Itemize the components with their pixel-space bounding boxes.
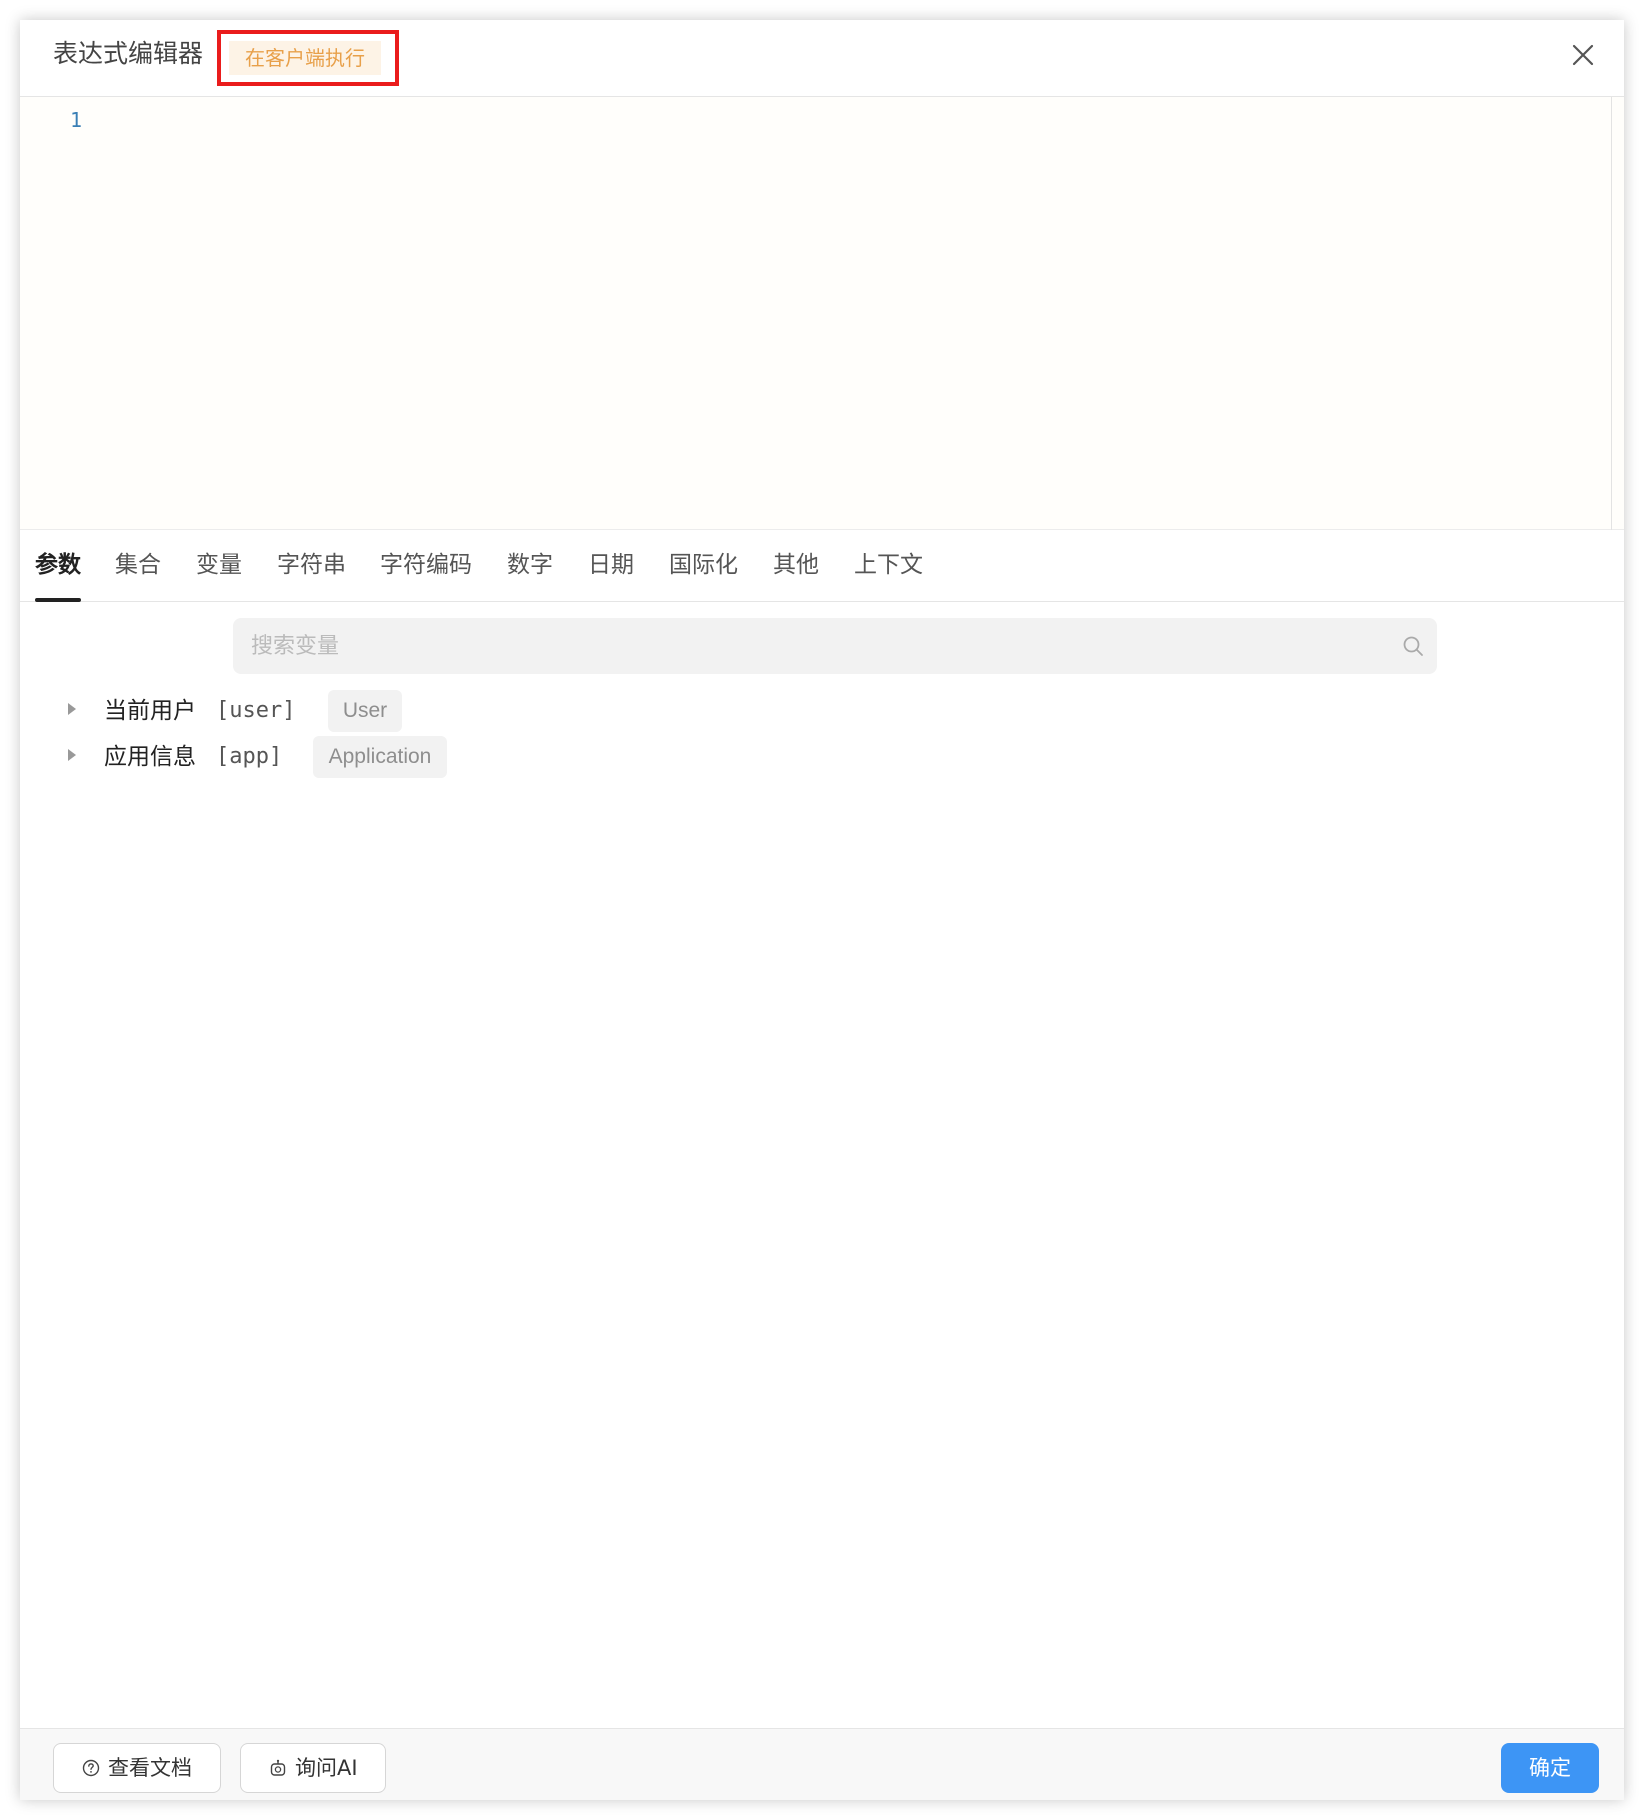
tab-variables[interactable]: 变量 — [196, 550, 242, 602]
tree-node-user[interactable]: 当前用户 [user] User — [68, 690, 408, 732]
view-docs-label: 查看文档 — [108, 1756, 192, 1780]
tree-node-key: [user] — [216, 698, 296, 723]
tab-collection[interactable]: 集合 — [115, 550, 161, 602]
tree-node-label: 应用信息 — [104, 744, 196, 770]
tab-date[interactable]: 日期 — [588, 550, 634, 602]
view-docs-button[interactable]: 查看文档 — [53, 1743, 221, 1793]
caret-right-icon[interactable] — [68, 749, 76, 761]
robot-icon — [270, 1759, 286, 1776]
editor-scrollbar-track[interactable] — [1611, 97, 1612, 530]
confirm-button[interactable]: 确定 — [1501, 1743, 1599, 1793]
tab-encoding[interactable]: 字符编码 — [380, 550, 472, 602]
search-input[interactable] — [233, 618, 1383, 674]
tree-node-label: 当前用户 — [104, 698, 196, 724]
tab-string[interactable]: 字符串 — [277, 550, 346, 602]
tree-node-app[interactable]: 应用信息 [app] Application — [68, 736, 448, 778]
dialog-footer: 查看文档 询问AI 确定 — [20, 1728, 1624, 1800]
line-number: 1 — [70, 108, 83, 132]
tab-params[interactable]: 参数 — [35, 550, 81, 602]
ask-ai-label: 询问AI — [295, 1756, 358, 1780]
code-editor[interactable]: 1 — [20, 97, 1624, 530]
function-category-tabs: 参数 集合 变量 字符串 字符编码 数字 日期 国际化 其他 上下文 — [20, 530, 1624, 602]
tab-i18n[interactable]: 国际化 — [669, 550, 738, 602]
caret-right-icon[interactable] — [68, 703, 76, 715]
variable-search — [233, 618, 1437, 674]
dialog-header: 表达式编辑器 在客户端执行 — [20, 20, 1624, 97]
ask-ai-button[interactable]: 询问AI — [240, 1743, 386, 1793]
tab-number[interactable]: 数字 — [507, 550, 553, 602]
tree-node-type-badge: User — [328, 690, 402, 732]
client-execution-badge: 在客户端执行 — [229, 41, 381, 75]
tab-context[interactable]: 上下文 — [854, 550, 923, 602]
dialog-title: 表达式编辑器 — [53, 39, 204, 68]
close-icon — [1572, 44, 1594, 66]
tab-other[interactable]: 其他 — [773, 550, 819, 602]
tree-node-type-badge: Application — [313, 736, 447, 778]
expression-editor-dialog: 表达式编辑器 在客户端执行 1 参数 集合 变量 字符串 字符编码 数字 日期 … — [20, 20, 1624, 1800]
close-button[interactable] — [1568, 40, 1598, 70]
tree-node-key: [app] — [216, 744, 283, 769]
help-circle-icon — [82, 1759, 100, 1777]
search-icon[interactable] — [1401, 634, 1425, 658]
badge-highlight-frame: 在客户端执行 — [217, 30, 399, 86]
